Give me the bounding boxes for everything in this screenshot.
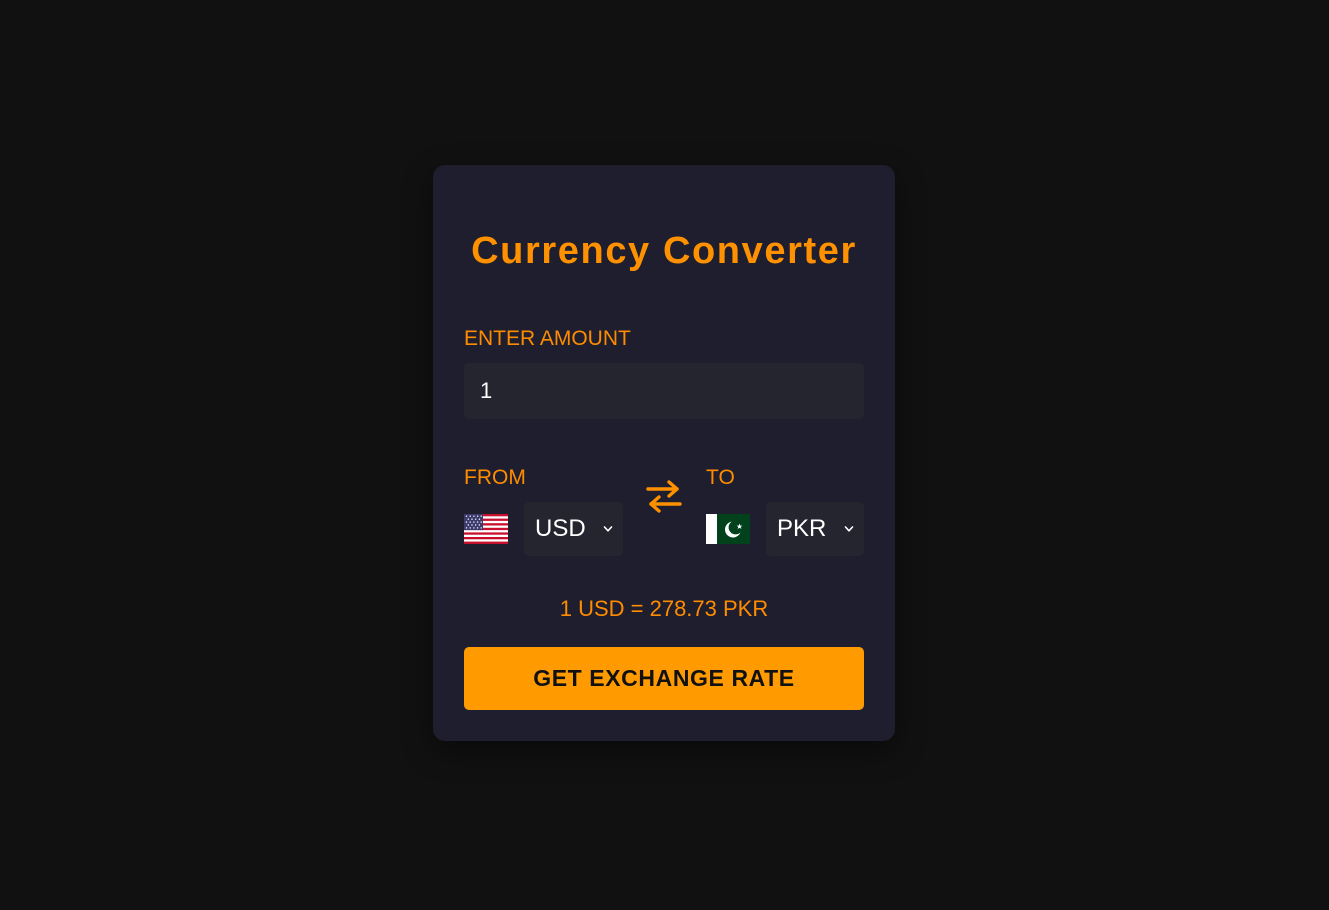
to-currency-select[interactable]: PKR bbox=[766, 502, 864, 556]
from-currency-value: USD bbox=[535, 515, 586, 542]
amount-input[interactable] bbox=[464, 363, 864, 419]
page-title: Currency Converter bbox=[471, 230, 857, 272]
converter-card: Currency Converter ENTER AMOUNT FROM USD bbox=[433, 165, 895, 741]
pk-flag-icon bbox=[706, 514, 750, 544]
chevron-down-icon bbox=[603, 526, 613, 532]
swap-arrows-icon[interactable] bbox=[645, 478, 683, 516]
amount-label: ENTER AMOUNT bbox=[464, 327, 631, 350]
chevron-down-icon bbox=[844, 526, 854, 532]
us-flag-icon bbox=[464, 514, 508, 544]
from-label: FROM bbox=[464, 466, 526, 489]
from-currency-select[interactable]: USD bbox=[524, 502, 623, 556]
exchange-rate-result: 1 USD = 278.73 PKR bbox=[559, 596, 769, 621]
to-label: TO bbox=[706, 466, 735, 489]
to-currency-value: PKR bbox=[777, 515, 827, 542]
get-exchange-rate-button[interactable]: GET EXCHANGE RATE bbox=[464, 647, 864, 710]
